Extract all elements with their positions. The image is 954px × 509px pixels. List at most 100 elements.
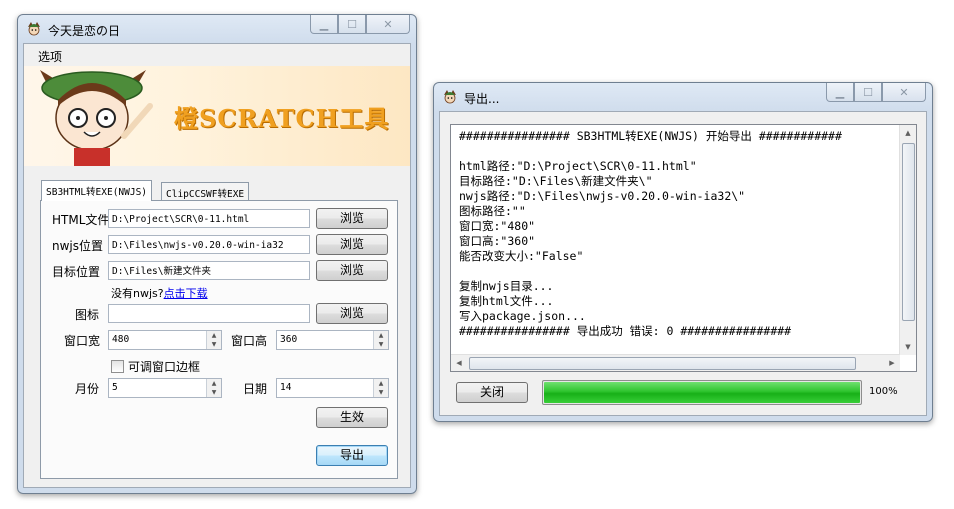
app-icon <box>28 22 40 36</box>
month-value: 5 <box>112 382 118 393</box>
log-vertical-scroll-thumb[interactable] <box>902 143 915 321</box>
banner: 橙SCRATCH工具 <box>24 66 410 166</box>
scroll-right-icon[interactable]: ▶ <box>884 355 900 371</box>
browse-html-button[interactable]: 浏览 <box>316 208 388 229</box>
log-line: 复制nwjs目录... <box>459 279 554 293</box>
maximize-button[interactable]: ☐ <box>338 15 366 34</box>
month-spinner[interactable]: 5 ▲ ▼ <box>108 378 222 398</box>
log-output[interactable]: ################ SB3HTML转EXE(NWJS) 开始导出 … <box>450 124 917 372</box>
target-location-label: 目标位置 <box>52 265 101 279</box>
maximize-icon: ☐ <box>347 17 357 31</box>
day-spinner[interactable]: 14 ▲ ▼ <box>276 378 389 398</box>
log-line: 窗口高:"360" <box>459 234 536 248</box>
close-icon: ✕ <box>383 17 393 31</box>
banner-title: 橙SCRATCH工具 <box>174 104 390 133</box>
menu-options[interactable]: 选项 <box>38 48 62 65</box>
window-width-label: 窗口宽 <box>64 334 101 348</box>
tab-panel: HTML文件 D:\Project\SCR\0-11.html 浏览 nwjs位… <box>40 200 398 479</box>
log-horizontal-scrollbar[interactable]: ◀ ▶ <box>451 354 900 371</box>
main-window-title: 今天是恋の日 <box>48 24 121 38</box>
export-window-title: 导出... <box>464 92 500 106</box>
window-height-value: 360 <box>280 334 298 345</box>
resizable-checkbox[interactable] <box>111 360 124 373</box>
window-width-value: 480 <box>112 334 130 345</box>
scroll-down-icon[interactable]: ▼ <box>900 339 916 355</box>
main-window: 今天是恋の日 ▁ ☐ ✕ 选项 橙SCRATCH工具 SB3HTML转EXE(N… <box>17 14 417 494</box>
spin-down-icon[interactable]: ▼ <box>374 340 388 349</box>
scroll-left-icon[interactable]: ◀ <box>451 355 467 371</box>
tab-sb3html-label: SB3HTML转EXE(NWJS) <box>46 187 148 198</box>
minimize-button[interactable]: ▁ <box>310 15 338 34</box>
spin-up-icon[interactable]: ▲ <box>374 331 388 340</box>
maximize-icon: ☐ <box>863 85 873 99</box>
spin-up-icon[interactable]: ▲ <box>374 379 388 388</box>
close-button[interactable]: ✕ <box>366 15 410 34</box>
apply-button[interactable]: 生效 <box>316 407 388 428</box>
tab-clipcc-swf-label: ClipCCSWF转EXE <box>166 189 245 200</box>
log-line: 目标路径:"D:\Files\新建文件夹\" <box>459 174 653 188</box>
log-line: 写入package.json... <box>459 309 586 323</box>
main-titlebar[interactable]: 今天是恋の日 ▁ ☐ ✕ <box>18 15 416 43</box>
close-dialog-button[interactable]: 关闭 <box>456 382 528 403</box>
log-line: 能否改变大小:"False" <box>459 249 584 263</box>
download-link[interactable]: 点击下载 <box>164 287 208 300</box>
log-vertical-scrollbar[interactable]: ▲ ▼ <box>899 125 916 355</box>
window-controls: ▁ ☐ ✕ <box>826 83 926 103</box>
window-height-label: 窗口高 <box>231 334 268 348</box>
log-line: 窗口宽:"480" <box>459 219 536 233</box>
day-value: 14 <box>280 382 292 393</box>
no-nwjs-text: 没有nwjs? <box>111 287 164 300</box>
log-line: html路径:"D:\Project\SCR\0-11.html" <box>459 159 697 173</box>
target-location-field[interactable]: D:\Files\新建文件夹 <box>108 261 310 280</box>
nwjs-download-hint: 没有nwjs?点击下载 <box>111 285 208 301</box>
minimize-icon: ▁ <box>319 17 329 31</box>
main-client-area: 选项 橙SCRATCH工具 SB3HTML转EXE(NWJS) ClipCCSW… <box>23 43 411 488</box>
export-titlebar[interactable]: 导出... ▁ ☐ ✕ <box>434 83 932 111</box>
progress-percent: 100% <box>869 386 898 397</box>
tab-sb3html[interactable]: SB3HTML转EXE(NWJS) <box>41 180 153 201</box>
html-file-label: HTML文件 <box>52 213 110 227</box>
browse-icon-button[interactable]: 浏览 <box>316 303 388 324</box>
export-client-area: ################ SB3HTML转EXE(NWJS) 开始导出 … <box>439 111 927 416</box>
icon-label: 图标 <box>75 308 100 322</box>
icon-path-field[interactable] <box>108 304 310 323</box>
resizable-label[interactable]: 可调窗口边框 <box>128 358 200 375</box>
day-label: 日期 <box>243 382 268 396</box>
spin-down-icon[interactable]: ▼ <box>374 388 388 397</box>
log-lines: ################ SB3HTML转EXE(NWJS) 开始导出 … <box>459 129 842 339</box>
close-icon: ✕ <box>899 85 909 99</box>
export-progress-bar <box>542 380 862 405</box>
mascot-image <box>40 70 153 166</box>
scroll-up-icon[interactable]: ▲ <box>900 125 916 141</box>
nwjs-location-label: nwjs位置 <box>52 239 104 253</box>
spin-up-icon[interactable]: ▲ <box>207 331 221 340</box>
menubar: 选项 <box>24 44 410 66</box>
log-line: ################ 导出成功 错误: 0 ############… <box>459 324 792 338</box>
month-label: 月份 <box>75 382 100 396</box>
maximize-button[interactable]: ☐ <box>854 83 882 102</box>
export-button[interactable]: 导出 <box>316 445 388 466</box>
log-line: 复制html文件... <box>459 294 554 308</box>
minimize-button[interactable]: ▁ <box>826 83 854 102</box>
window-height-spinner[interactable]: 360 ▲ ▼ <box>276 330 389 350</box>
app-icon <box>444 90 456 104</box>
close-button[interactable]: ✕ <box>882 83 926 102</box>
browse-nwjs-button[interactable]: 浏览 <box>316 234 388 255</box>
minimize-icon: ▁ <box>835 85 845 99</box>
window-controls: ▁ ☐ ✕ <box>310 15 410 35</box>
log-horizontal-scroll-thumb[interactable] <box>469 357 856 370</box>
nwjs-location-field[interactable]: D:\Files\nwjs-v0.20.0-win-ia32 <box>108 235 310 254</box>
log-line: nwjs路径:"D:\Files\nwjs-v0.20.0-win-ia32\" <box>459 189 746 203</box>
browse-target-button[interactable]: 浏览 <box>316 260 388 281</box>
log-line: ################ SB3HTML转EXE(NWJS) 开始导出 … <box>459 129 842 143</box>
export-window: 导出... ▁ ☐ ✕ ################ SB3HTML转EXE… <box>433 82 933 422</box>
export-progress-fill <box>544 382 860 403</box>
window-width-spinner[interactable]: 480 ▲ ▼ <box>108 330 222 350</box>
spin-down-icon[interactable]: ▼ <box>207 388 221 397</box>
spin-down-icon[interactable]: ▼ <box>207 340 221 349</box>
spin-up-icon[interactable]: ▲ <box>207 379 221 388</box>
log-line: 图标路径:"" <box>459 204 526 218</box>
html-file-field[interactable]: D:\Project\SCR\0-11.html <box>108 209 310 228</box>
